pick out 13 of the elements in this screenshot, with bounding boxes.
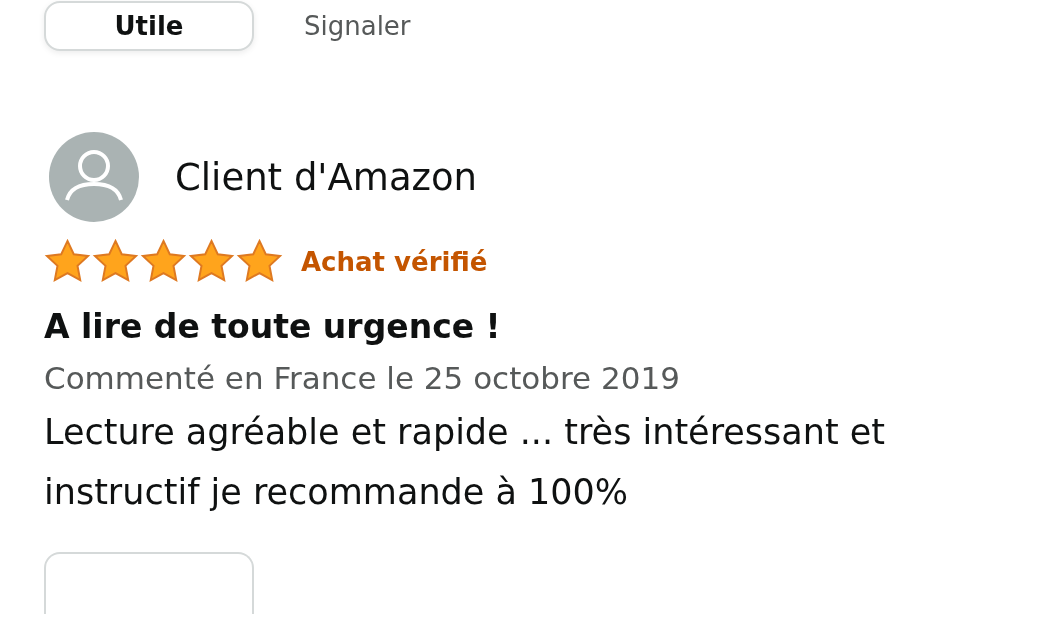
star-icon: [188, 238, 235, 285]
report-link[interactable]: Signaler: [304, 11, 411, 41]
helpful-button[interactable]: Utile: [44, 1, 254, 51]
avatar-icon: [49, 132, 139, 222]
star-icon: [140, 238, 187, 285]
review-title: A lire de toute urgence !: [44, 307, 502, 346]
reviewer-name: Client d'Amazon: [175, 155, 478, 199]
star-icon: [236, 238, 283, 285]
review-text: Lecture agréable et rapide ... très intéressant et instructif je recommande à 100%: [44, 411, 886, 514]
star-icon: [92, 238, 139, 285]
review-date: Commenté en France le 25 octobre 2019: [44, 360, 681, 396]
verified-purchase-label: Achat vérifié: [301, 246, 488, 277]
star-icon: [44, 238, 91, 285]
